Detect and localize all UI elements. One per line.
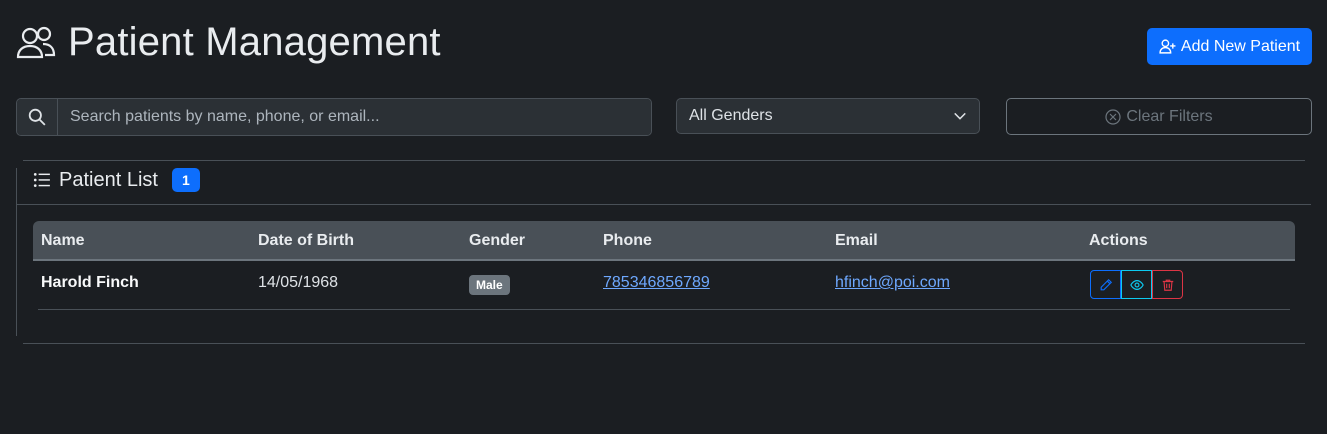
people-icon xyxy=(16,26,56,58)
column-header-email: Email xyxy=(835,232,878,249)
card-bottom-border xyxy=(23,343,1305,344)
pencil-icon xyxy=(1100,278,1112,290)
page-title: Patient Management xyxy=(68,20,441,64)
column-header-dob: Date of Birth xyxy=(258,232,354,249)
card-title: Patient List xyxy=(59,168,158,191)
table-row: Harold Finch 14/05/1968 Male 78534685678… xyxy=(33,261,1295,310)
search-input[interactable] xyxy=(58,99,651,135)
edit-patient-button[interactable] xyxy=(1090,270,1121,299)
page-header: Patient Management xyxy=(16,20,441,65)
clear-filters-label: Clear Filters xyxy=(1126,107,1213,125)
column-header-actions: Actions xyxy=(1089,232,1148,249)
column-header-name: Name xyxy=(41,232,85,249)
row-divider xyxy=(38,309,1290,310)
card-header: Patient List 1 xyxy=(33,168,200,192)
patient-email-link[interactable]: hfinch@poi.com xyxy=(835,274,950,291)
x-circle-icon xyxy=(1105,108,1121,125)
search-addon xyxy=(17,99,58,135)
trash-icon xyxy=(1162,279,1173,291)
add-new-patient-button[interactable]: Add New Patient xyxy=(1147,28,1312,65)
column-header-gender: Gender xyxy=(469,232,526,249)
gender-filter-select[interactable]: All Genders xyxy=(676,98,980,134)
add-new-patient-label: Add New Patient xyxy=(1180,37,1301,55)
clear-filters-button[interactable]: Clear Filters xyxy=(1006,98,1312,135)
row-actions xyxy=(1090,270,1183,299)
gender-badge: Male xyxy=(469,275,510,295)
column-header-phone: Phone xyxy=(603,232,652,249)
patient-phone-link[interactable]: 785346856789 xyxy=(603,274,710,291)
delete-patient-button[interactable] xyxy=(1152,270,1183,299)
view-patient-button[interactable] xyxy=(1121,270,1152,299)
person-plus-icon xyxy=(1159,39,1176,54)
search-icon xyxy=(28,108,46,126)
patient-dob: 14/05/1968 xyxy=(258,274,339,291)
card-left-border xyxy=(16,168,17,336)
search-group xyxy=(16,98,652,136)
eye-icon xyxy=(1129,279,1144,290)
gender-filter-value: All Genders xyxy=(689,107,773,124)
chevron-down-icon xyxy=(954,112,966,120)
table-header-row: Name Date of Birth Gender Phone Email Ac… xyxy=(33,221,1295,261)
list-icon xyxy=(33,173,50,187)
patient-count-badge: 1 xyxy=(171,168,200,192)
patient-name: Harold Finch xyxy=(41,274,139,291)
card-header-divider xyxy=(17,204,1311,205)
card-top-border xyxy=(23,160,1305,161)
patient-table: Name Date of Birth Gender Phone Email Ac… xyxy=(33,221,1295,310)
